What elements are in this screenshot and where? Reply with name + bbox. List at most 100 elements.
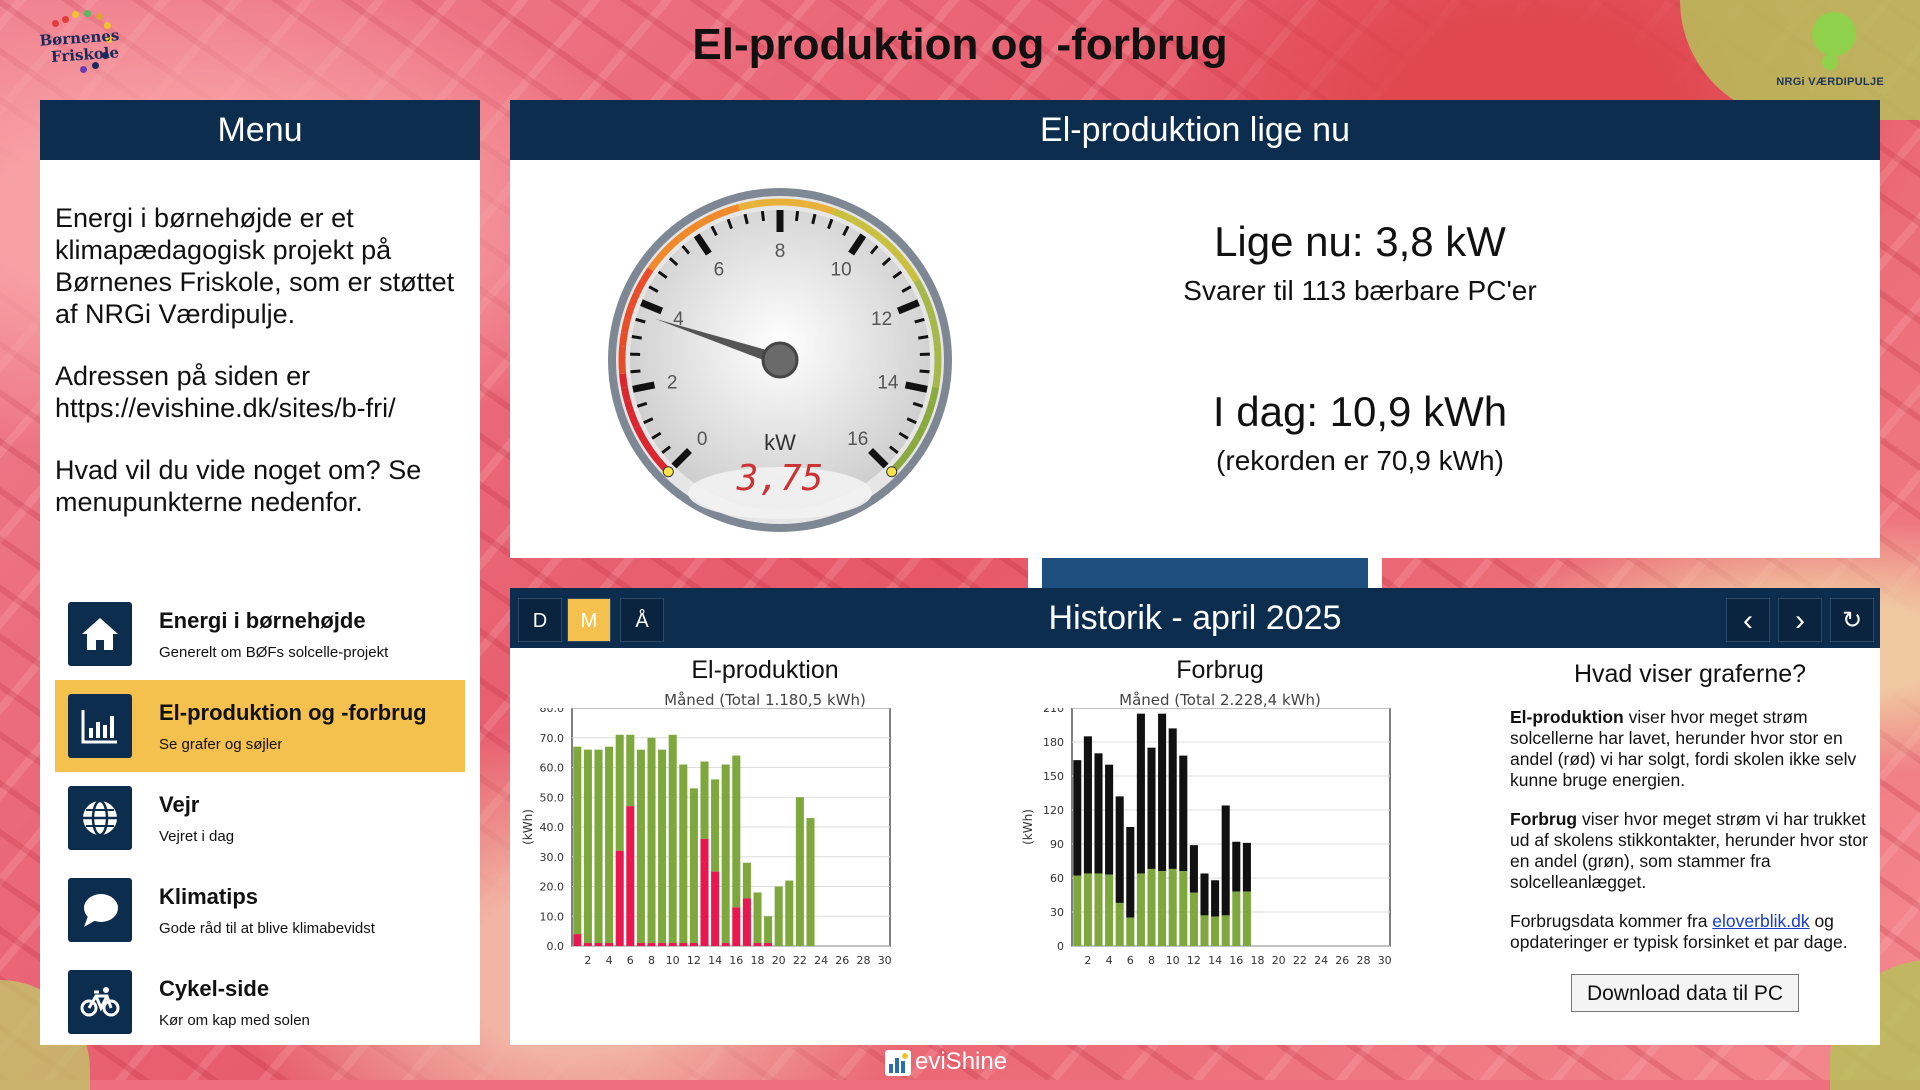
bar-segment bbox=[1094, 753, 1102, 873]
explanation-heading: Hvad viser graferne? bbox=[1510, 660, 1870, 689]
x-tick-label: 2 bbox=[584, 954, 591, 967]
bar-segment bbox=[647, 738, 655, 943]
intro-paragraph: Hvad vil du vide noget om? Se menupunkte… bbox=[55, 454, 465, 518]
y-axis-label: (kWh) bbox=[1021, 809, 1035, 845]
y-tick-label: 30.0 bbox=[540, 851, 565, 864]
panel-connector bbox=[1042, 558, 1368, 588]
history-panel: Historik - april 2025 D M Å ‹ › ↻ El-pro… bbox=[510, 588, 1880, 1045]
menu-item-vejr[interactable]: Vejr Vejret i dag bbox=[55, 772, 465, 864]
menu-item-subtitle: Se grafer og søjler bbox=[159, 736, 282, 753]
bar-segment bbox=[669, 735, 677, 943]
x-tick-label: 22 bbox=[793, 954, 807, 967]
bar-segment bbox=[806, 818, 814, 946]
production-chart-subtitle: Måned (Total 1.180,5 kWh) bbox=[555, 691, 975, 709]
bar-segment bbox=[658, 943, 666, 946]
x-tick-label: 12 bbox=[1187, 954, 1201, 967]
previous-button[interactable]: ‹ bbox=[1726, 598, 1770, 642]
power-gauge: 0246810121416kW3,75 bbox=[605, 185, 955, 535]
y-tick-label: 210 bbox=[1043, 708, 1064, 715]
eloverblik-link[interactable]: eloverblik.dk bbox=[1712, 911, 1809, 931]
x-tick-label: 8 bbox=[1148, 954, 1155, 967]
download-data-button[interactable]: Download data til PC bbox=[1571, 974, 1799, 1012]
x-tick-label: 10 bbox=[666, 954, 680, 967]
y-tick-label: 150 bbox=[1043, 770, 1064, 783]
menu-item-klimatips[interactable]: Klimatips Gode råd til at blive klimabev… bbox=[55, 864, 465, 956]
bar-segment bbox=[722, 765, 730, 944]
y-tick-label: 60.0 bbox=[540, 762, 565, 775]
bar-segment bbox=[711, 872, 719, 946]
consumption-chart-subtitle: Måned (Total 2.228,4 kWh) bbox=[1010, 691, 1430, 709]
next-button[interactable]: › bbox=[1778, 598, 1822, 642]
x-tick-label: 16 bbox=[1229, 954, 1243, 967]
nrgi-logo-text: NRGi VÆRDIPULJE bbox=[1750, 76, 1884, 88]
y-tick-label: 0.0 bbox=[547, 940, 565, 953]
menu-item-el-produktion[interactable]: El-produktion og -forbrug Se grafer og s… bbox=[55, 680, 465, 772]
explanation-consumption: Forbrug viser hvor meget strøm vi har tr… bbox=[1510, 809, 1870, 893]
bar-segment bbox=[775, 887, 783, 947]
consumption-chart-title: Forbrug bbox=[1010, 656, 1430, 685]
menu-item-cykel[interactable]: Cykel-side Kør om kap med solen bbox=[55, 956, 465, 1048]
today-energy: I dag: 10,9 kWh bbox=[1110, 388, 1610, 436]
refresh-button[interactable]: ↻ bbox=[1830, 598, 1874, 642]
menu-item-title: Klimatips bbox=[159, 884, 258, 910]
gauge-tick-label: 6 bbox=[714, 260, 725, 281]
x-tick-label: 12 bbox=[687, 954, 701, 967]
gauge-tick-label: 12 bbox=[871, 309, 892, 330]
current-power: Lige nu: 3,8 kW bbox=[1110, 218, 1610, 266]
gauge-tick-label: 8 bbox=[775, 241, 786, 262]
intro-paragraph: Adressen på siden er https://evishine.dk… bbox=[55, 360, 465, 424]
x-tick-label: 4 bbox=[1106, 954, 1113, 967]
bar-segment bbox=[626, 806, 634, 946]
period-year-button[interactable]: Å bbox=[620, 598, 664, 642]
bar-segment bbox=[1179, 756, 1187, 872]
menu-item-title: El-produktion og -forbrug bbox=[159, 700, 427, 726]
bar-segment bbox=[1222, 915, 1230, 946]
bar-segment bbox=[1232, 892, 1240, 946]
y-tick-label: 20.0 bbox=[540, 881, 565, 894]
x-tick-label: 16 bbox=[729, 954, 743, 967]
bar-segment bbox=[573, 747, 581, 934]
bar-segment bbox=[1179, 871, 1187, 946]
bar-segment bbox=[796, 797, 804, 946]
bar-segment bbox=[1094, 873, 1102, 946]
bar-segment bbox=[1073, 876, 1081, 946]
bar-chart-icon bbox=[68, 694, 132, 758]
page-title: El-produktion og -forbrug bbox=[0, 20, 1920, 70]
bar-segment bbox=[605, 747, 613, 943]
x-tick-label: 18 bbox=[1251, 954, 1265, 967]
y-tick-label: 60 bbox=[1050, 872, 1064, 885]
bar-segment bbox=[1190, 893, 1198, 946]
x-tick-label: 26 bbox=[835, 954, 849, 967]
x-tick-label: 14 bbox=[1208, 954, 1222, 967]
y-tick-label: 80.0 bbox=[540, 708, 565, 715]
menu-item-title: Cykel-side bbox=[159, 976, 269, 1002]
menu-item-title: Energi i børnehøjde bbox=[159, 608, 366, 634]
bar-segment bbox=[1084, 873, 1092, 946]
menu-list: Energi i børnehøjde Generelt om BØFs sol… bbox=[55, 588, 465, 1048]
bar-segment bbox=[669, 943, 677, 946]
x-tick-label: 20 bbox=[1272, 954, 1286, 967]
x-tick-label: 20 bbox=[772, 954, 786, 967]
period-day-button[interactable]: D bbox=[518, 598, 562, 642]
x-tick-label: 2 bbox=[1084, 954, 1091, 967]
y-tick-label: 90 bbox=[1050, 838, 1064, 851]
bar-segment bbox=[753, 943, 761, 946]
production-now-title: El-produktion lige nu bbox=[510, 100, 1880, 160]
bar-segment bbox=[722, 943, 730, 946]
x-tick-label: 6 bbox=[1127, 954, 1134, 967]
bar-segment bbox=[753, 892, 761, 943]
gauge-tick-label: 10 bbox=[831, 260, 852, 281]
bar-segment bbox=[605, 943, 613, 946]
bar-segment bbox=[743, 898, 751, 946]
period-month-button[interactable]: M bbox=[567, 598, 611, 642]
bar-segment bbox=[1243, 892, 1251, 946]
y-tick-label: 180 bbox=[1043, 736, 1064, 749]
gauge-unit: kW bbox=[764, 430, 796, 455]
bar-segment bbox=[1116, 903, 1124, 946]
menu-item-energi[interactable]: Energi i børnehøjde Generelt om BØFs sol… bbox=[55, 588, 465, 680]
bar-segment bbox=[1084, 736, 1092, 873]
bar-segment bbox=[1137, 714, 1145, 874]
bar-segment bbox=[1222, 805, 1230, 915]
x-tick-label: 10 bbox=[1166, 954, 1180, 967]
bar-segment bbox=[594, 750, 602, 943]
